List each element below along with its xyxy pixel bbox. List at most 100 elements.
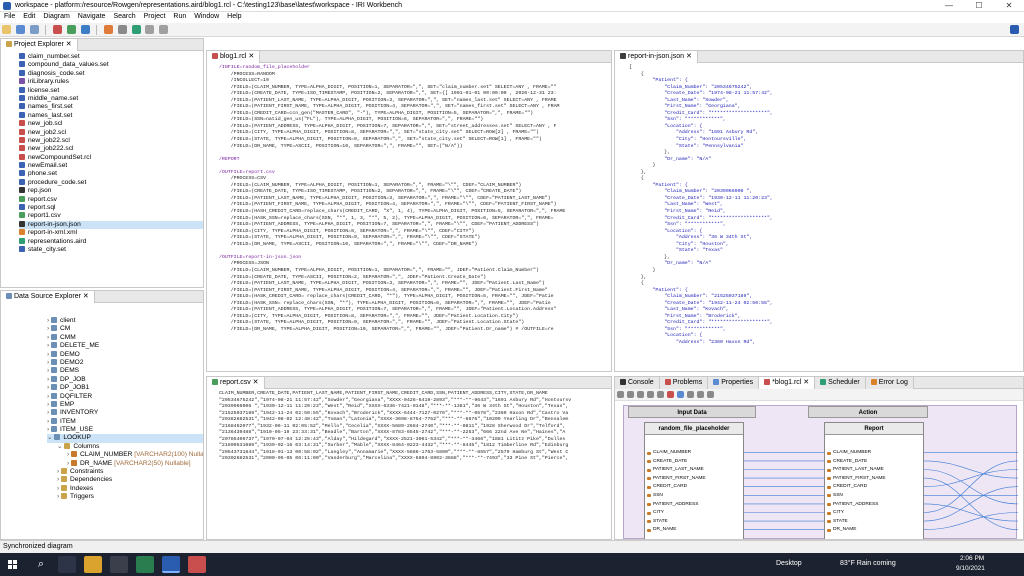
chevron-down-icon[interactable]: ⌄ [47,434,54,441]
diagram-field[interactable]: CREDIT_CARD [825,483,923,492]
debug-icon[interactable] [80,25,90,34]
datasource-tree-item[interactable]: › Indexes [47,484,203,493]
datasource-tree-item[interactable]: › DEMS [47,367,203,375]
iri-menu-icon[interactable] [52,25,62,34]
datasource-tree-item[interactable]: › DQFILTER [47,392,203,401]
project-file-item[interactable]: claim_number.set [19,53,203,61]
datasource-tree-item[interactable]: › INVENTORY [47,409,203,417]
diagram-field[interactable]: CLAIM_NUMBER [645,449,743,458]
diagram-field[interactable]: CREATE_DATE [825,458,923,467]
report-node[interactable]: Report CLAIM_NUMBER CREATE_DATE PATIENT_LA… [824,422,924,539]
rcl-editor-tab[interactable]: blog1.rcl ✕ [207,51,261,63]
back-arrow-icon[interactable] [145,25,155,34]
datasource-tree-item[interactable]: › Dependencies [47,476,203,484]
diagram-field[interactable]: PATIENT_LAST_NAME [645,466,743,475]
file-explorer-icon[interactable] [84,556,102,573]
project-file-item[interactable]: report-in-xml.xml [19,229,203,237]
datasource-tree-item[interactable]: › Constraints [47,468,203,476]
refresh-icon[interactable] [707,391,714,398]
datasource-explorer-tab[interactable]: Data Source Explorer ✕ [1,291,95,303]
diagram-field[interactable]: CLAIM_NUMBER [825,449,923,458]
menu-search[interactable]: Search [109,12,139,21]
rcl-code-area[interactable]: /INFILE=random_file_placeholder /PROCESS… [207,63,611,333]
project-file-item[interactable]: state_city.set [19,245,203,254]
italic-icon[interactable] [697,391,704,398]
csv-editor-tab[interactable]: report.csv ✕ [207,377,265,389]
diagram-field[interactable]: CITY [825,509,923,518]
filter-tool-icon[interactable] [647,391,654,398]
datasource-tree-item[interactable]: › Triggers [47,493,203,501]
project-file-item[interactable]: compound_data_values.set [19,61,203,69]
weather-widget[interactable]: 83°F Rain coming [840,560,896,567]
datasource-tree-item[interactable]: › CM [47,325,203,333]
datasource-tree-item[interactable]: › DP_JOB1 [47,384,203,392]
diagram-field[interactable]: PATIENT_LAST_NAME [825,466,923,475]
project-file-item[interactable]: report-in-json.json [19,220,203,230]
new-file-icon[interactable] [2,25,11,34]
search-icon[interactable] [117,25,127,34]
datasource-tree-item[interactable]: › DR_NAME [VARCHAR2(50) Nullable] [47,459,203,468]
select-tool-icon[interactable] [617,391,624,398]
project-file-item[interactable]: newEmail.set [19,162,203,170]
menu-edit[interactable]: Edit [19,12,39,21]
minimize-button[interactable]: — [934,0,964,11]
forward-arrow-icon[interactable] [159,25,169,34]
font-tool-icon[interactable] [657,391,664,398]
layout-tool-icon[interactable] [637,391,644,398]
project-file-item[interactable]: diagnosis_code.set [19,69,203,78]
datasource-tree-item[interactable]: › DELETE_ME [47,342,203,350]
project-explorer-tab[interactable]: Project Explorer ✕ [1,39,78,51]
close-button[interactable]: ✕ [994,0,1024,11]
tab-problems[interactable]: Problems [659,377,709,389]
project-file-item[interactable]: license.set [19,86,203,95]
perspective-icon[interactable] [1010,25,1019,34]
datasource-tree-item[interactable]: › ITEM [47,417,203,426]
project-file-item[interactable]: representations.aird [19,237,203,246]
fill-color-icon[interactable] [677,391,684,398]
maximize-button[interactable]: ☐ [964,0,994,11]
run-job-icon[interactable] [131,25,141,34]
diagram-field[interactable]: PATIENT_ADDRESS [645,501,743,510]
start-button[interactable] [4,556,22,573]
menu-diagram[interactable]: Diagram [39,12,73,21]
datasource-tree-item[interactable]: › DP_JOB [47,375,203,384]
json-code-area[interactable]: [ { "Patient": { "Claim_Number": "205346… [615,63,1023,347]
app-icon-green[interactable] [136,556,154,573]
save-icon[interactable] [15,25,25,34]
project-file-item[interactable]: iriLibrary.rules [19,78,203,86]
datasource-tree-item[interactable]: › ITEM_USE [47,426,203,434]
diagram-field[interactable]: CITY [645,509,743,518]
datasource-tree-item[interactable]: › client [47,317,203,325]
datasource-tree-item[interactable]: › CLAIM_NUMBER [VARCHAR2(100) Nullable] [47,451,203,459]
menu-help[interactable]: Help [223,12,245,21]
project-file-item[interactable]: new_job222.scl [19,145,203,153]
datasource-tree-item[interactable]: ⌄ Columns [47,442,203,451]
diagram-field[interactable]: STATE [645,518,743,527]
desktop-label[interactable]: Desktop [776,560,802,567]
tab-error-log[interactable]: Error Log [865,377,914,389]
diagram-canvas[interactable]: Input Data Action random_file_placeholde… [623,405,1018,539]
menu-navigate[interactable]: Navigate [74,12,110,21]
terminal-icon[interactable] [110,556,128,573]
diagram-field[interactable]: PATIENT_FIRST_NAME [825,475,923,484]
json-editor-tab[interactable]: report-in-json.json ✕ [615,51,698,63]
tab-properties[interactable]: Properties [708,377,760,389]
project-file-item[interactable]: phone.set [19,170,203,178]
project-file-item[interactable]: procedure_code.set [19,178,203,187]
font-color-icon[interactable] [667,391,674,398]
tab-blog1-diagram[interactable]: *blog1.rcl ✕ [759,377,816,389]
diagram-field[interactable]: PATIENT_FIRST_NAME [645,475,743,484]
project-file-item[interactable]: middle_name.set [19,94,203,103]
diagram-field[interactable]: DR_NAME [645,526,743,535]
diagram-field[interactable]: CREDIT_CARD [645,483,743,492]
diagram-field[interactable]: DR_NAME [825,526,923,535]
diagram-field[interactable]: PATIENT_ADDRESS [825,501,923,510]
menu-project[interactable]: Project [140,12,170,21]
diagram-field[interactable]: STATE [825,518,923,527]
datasource-tree-item[interactable]: › EMP [47,400,203,409]
run-icon[interactable] [66,25,76,34]
project-file-item[interactable]: newCompoundSet.rcl [19,153,203,162]
diagram-field[interactable]: SSN [825,492,923,501]
search-icon[interactable]: ⌕ [32,556,50,573]
csv-code-area[interactable]: CLAIM_NUMBER,CREATE_DATE,PATIENT_LAST_NA… [207,389,611,463]
